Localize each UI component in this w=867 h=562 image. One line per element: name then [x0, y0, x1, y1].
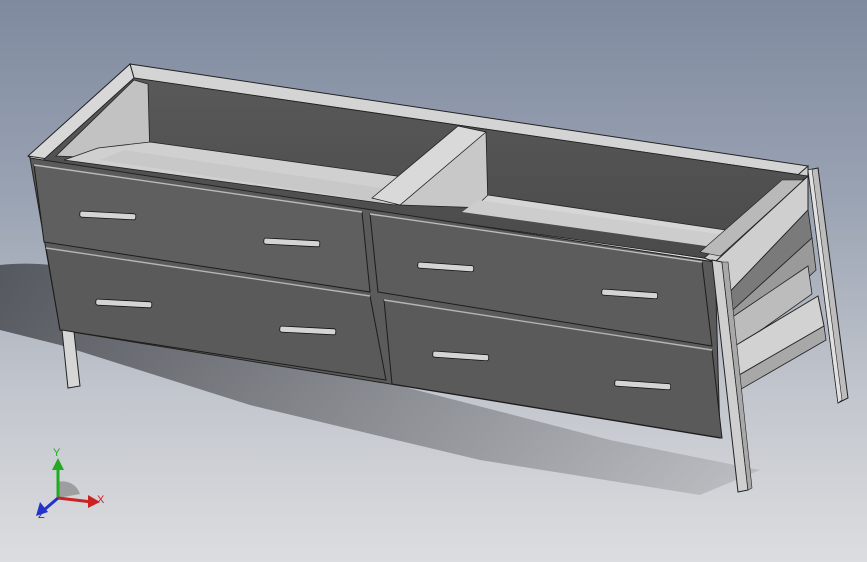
graphics-viewport[interactable]: Y X Z [0, 0, 867, 562]
coordinate-triad: Y X Z [36, 447, 105, 521]
x-axis-arrow [57, 496, 93, 504]
back-legs [807, 167, 849, 404]
model-view[interactable]: Y X Z [0, 0, 867, 562]
z-axis-arrow [43, 496, 59, 512]
x-axis-label: X [97, 494, 105, 506]
y-axis-label: Y [53, 447, 61, 459]
z-axis-label: Z [38, 509, 45, 521]
